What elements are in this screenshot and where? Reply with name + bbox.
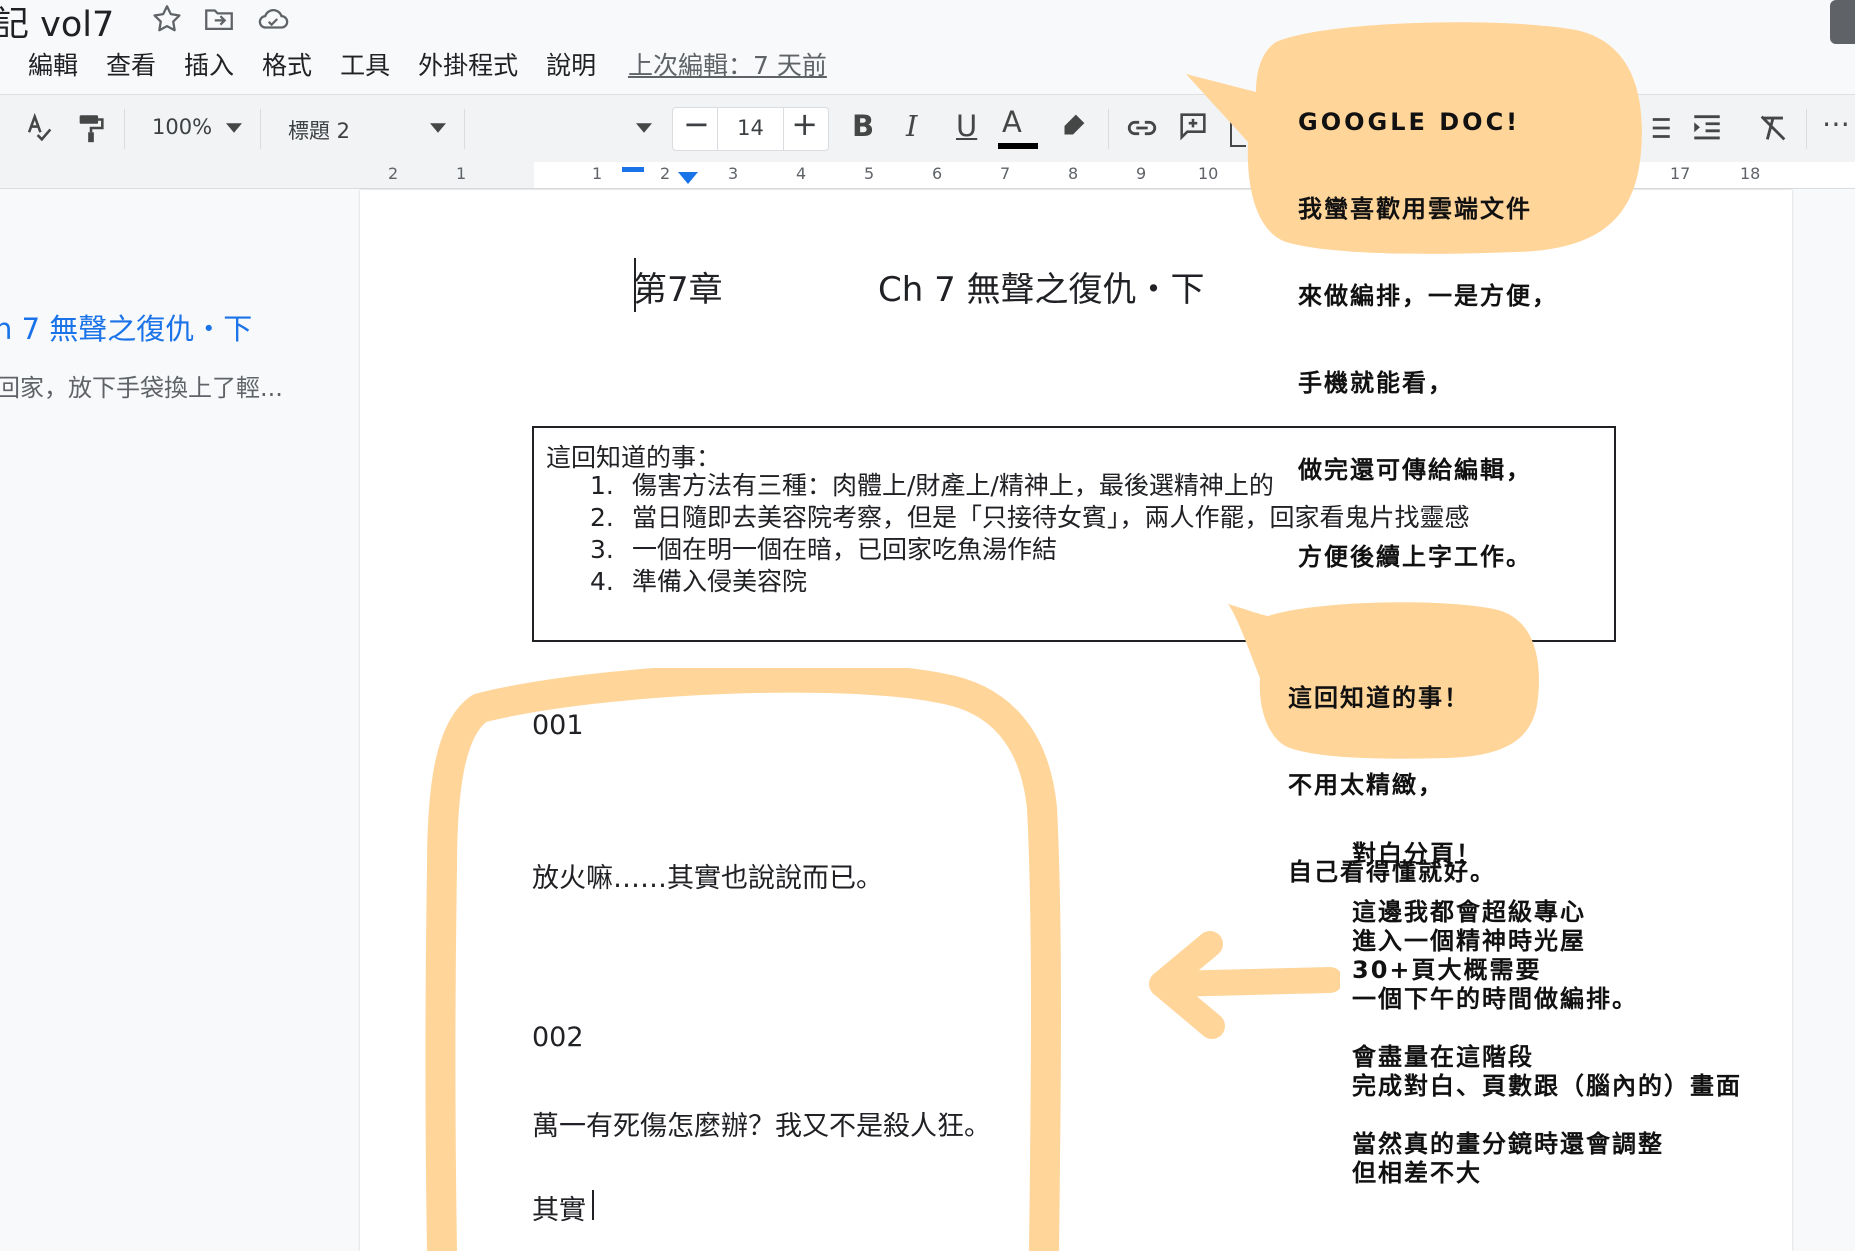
cloud-saved-icon[interactable] — [256, 2, 290, 36]
move-to-folder-icon[interactable] — [202, 2, 236, 36]
ruler-number: 7 — [1000, 164, 1011, 183]
dialogue-line[interactable]: 放火嘛……其實也說說而已。 — [532, 856, 883, 895]
first-line-indent-marker[interactable] — [622, 167, 644, 172]
page-label-001[interactable]: 001 — [532, 710, 584, 741]
italic-button[interactable]: I — [906, 109, 917, 143]
left-indent-marker[interactable] — [678, 172, 698, 184]
ruler-number: 9 — [1136, 164, 1147, 183]
outline-snippet: 回家，放下手袋換上了輕... — [0, 374, 283, 402]
ruler-number: 8 — [1068, 164, 1079, 183]
increase-font-size-button[interactable]: + — [791, 105, 818, 143]
arrow-left-icon — [1149, 931, 1340, 1039]
text-cursor — [592, 1190, 594, 1220]
ruler-number: 17 — [1670, 164, 1691, 183]
underline-button[interactable]: U — [956, 109, 977, 143]
ruler-number: 6 — [932, 164, 943, 183]
menu-format[interactable]: 格式 — [248, 46, 326, 82]
notes-heading: 這回知道的事： — [546, 443, 722, 472]
ruler-number: 1 — [592, 164, 603, 183]
chapter-title[interactable]: Ch 7 無聲之復仇・下 — [878, 262, 1205, 311]
font-select[interactable] — [480, 107, 650, 149]
increase-indent-icon[interactable] — [1690, 111, 1724, 145]
paint-format-icon[interactable] — [74, 111, 108, 145]
spellcheck-icon[interactable] — [22, 111, 56, 145]
star-icon[interactable] — [150, 2, 184, 36]
ruler-number: 2 — [388, 164, 399, 183]
bold-button[interactable]: B — [852, 109, 874, 143]
font-size-stepper: − 14 + — [672, 105, 829, 151]
dialogue-line[interactable]: 萬一有死傷怎麼辦？我又不是殺人狂。 — [532, 1104, 991, 1143]
font-size-input[interactable]: 14 — [717, 116, 784, 140]
ruler-number: 5 — [864, 164, 875, 183]
ruler-number: 18 — [1740, 164, 1761, 183]
ruler-number: 4 — [796, 164, 807, 183]
page-label-002[interactable]: 002 — [532, 1022, 584, 1053]
link-icon[interactable] — [1124, 111, 1160, 145]
chapter-number[interactable]: 第7章 — [633, 262, 723, 311]
ruler-number: 3 — [728, 164, 739, 183]
dialogue-line[interactable]: 其實 — [532, 1188, 586, 1227]
side-panel-icon[interactable] — [1830, 0, 1855, 44]
ruler-number: 1 — [456, 164, 467, 183]
highlight-pen-icon[interactable] — [1056, 109, 1090, 143]
menu-addons[interactable]: 外掛程式 — [404, 46, 532, 82]
text-color-button[interactable]: A — [1002, 105, 1022, 139]
text-cursor — [634, 258, 636, 312]
highlight-frame — [425, 668, 1061, 1251]
menu-tools[interactable]: 工具 — [326, 46, 404, 82]
menu-help[interactable]: 說明 — [532, 46, 610, 82]
more-options-icon[interactable]: ⋯ — [1822, 107, 1850, 140]
chevron-down-icon[interactable] — [636, 123, 652, 133]
menu-view[interactable]: 查看 — [92, 46, 170, 82]
layout-note: 對白分頁！ 這邊我都會超級專心 進入一個精神時光屋 30+頁大概需要 一個下午的… — [1352, 840, 1742, 1187]
outline-heading[interactable]: h 7 無聲之復仇・下 — [0, 306, 252, 348]
document-title[interactable]: 記 vol7 — [0, 0, 114, 47]
chevron-down-icon[interactable] — [430, 123, 446, 133]
decrease-font-size-button[interactable]: − — [683, 105, 710, 143]
menu-edit[interactable]: 編輯 — [22, 46, 92, 82]
style-select[interactable]: 標題 2 — [288, 115, 350, 145]
last-edit-link[interactable]: 上次編輯：7 天前 — [628, 46, 827, 82]
menu-insert[interactable]: 插入 — [170, 46, 248, 82]
chevron-down-icon[interactable] — [226, 123, 242, 133]
ruler-number: 2 — [660, 164, 671, 183]
zoom-select[interactable]: 100% — [152, 115, 212, 139]
text-color-swatch — [998, 143, 1038, 149]
clear-formatting-icon[interactable] — [1756, 111, 1790, 145]
menu-bar: 編輯 查看 插入 格式 工具 外掛程式 說明 — [22, 46, 610, 82]
bubble1-text: GOOGLE DOC! 我蠻喜歡用雲端文件 來做編排，一是方便， 手機就能看， … — [1298, 108, 1558, 571]
